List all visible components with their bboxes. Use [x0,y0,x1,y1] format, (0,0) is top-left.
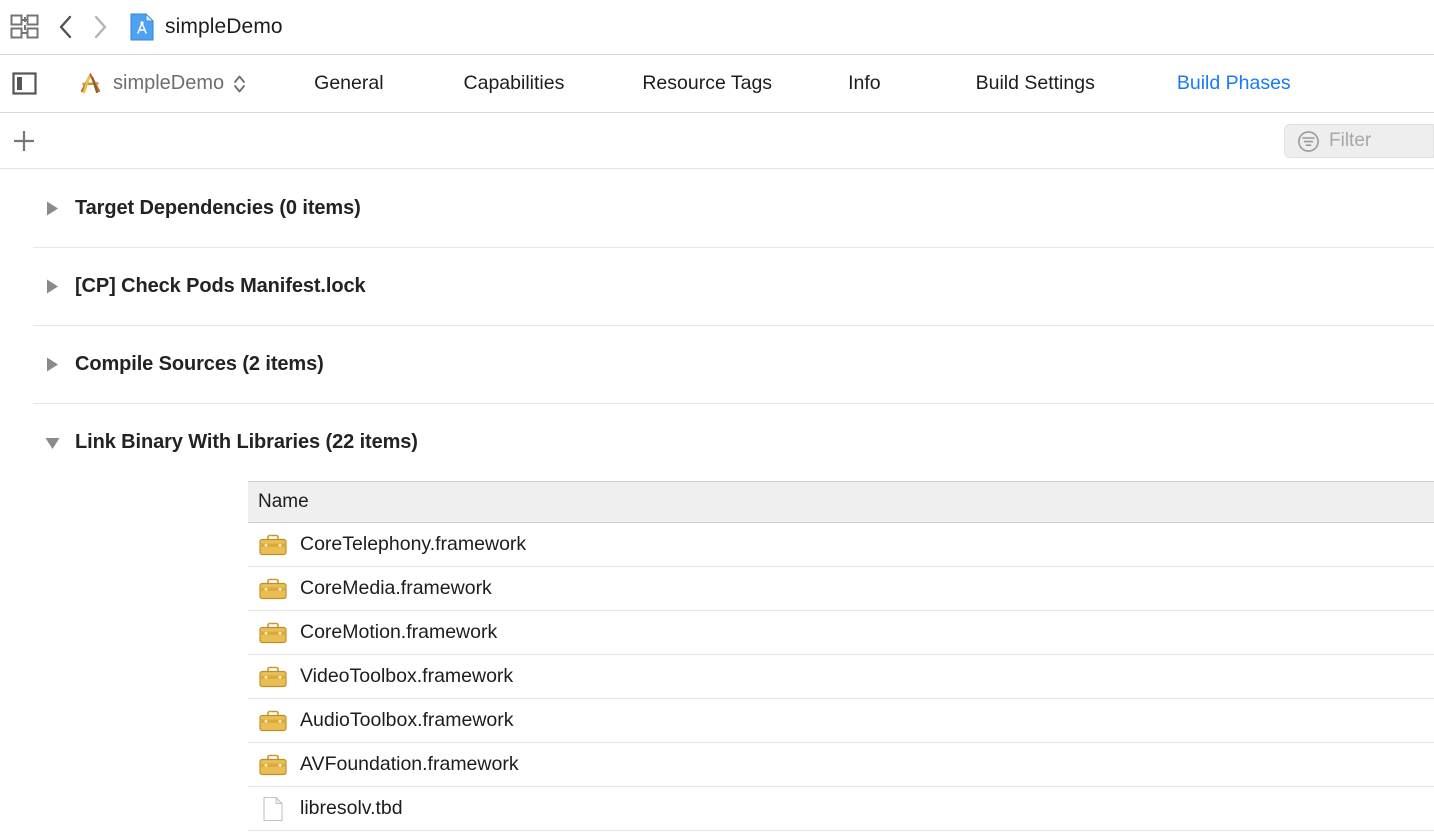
target-name-label: simpleDemo [113,72,225,94]
phase-label: [CP] Check Pods Manifest.lock [75,274,366,297]
triangle-right-icon[interactable] [44,356,61,373]
table-row[interactable]: libresolv.tbd [248,787,1434,831]
phase-check-pods-manifest[interactable]: [CP] Check Pods Manifest.lock [0,247,1434,325]
phase-target-dependencies[interactable]: Target Dependencies (0 items) [0,169,1434,247]
title-bar: simpleDemo [0,0,1434,55]
library-name: VideoToolbox.framework [300,665,514,687]
framework-briefcase-icon [258,708,288,734]
library-name: CoreMotion.framework [300,621,498,643]
phase-label: Link Binary With Libraries (22 items) [75,430,418,453]
tab-build-settings[interactable]: Build Settings [976,72,1095,95]
triangle-down-icon[interactable] [44,434,61,451]
target-selector[interactable]: simpleDemo [77,71,246,96]
build-phases-list: Target Dependencies (0 items) [CP] Check… [0,169,1434,831]
xcode-project-document-icon [130,13,154,41]
document-title: simpleDemo [165,15,283,38]
framework-briefcase-icon [258,576,288,602]
phase-label: Target Dependencies (0 items) [75,196,361,219]
document-breadcrumb[interactable]: simpleDemo [130,13,283,41]
chevron-right-icon[interactable] [92,14,108,40]
grid-panels-icon[interactable] [10,13,40,41]
table-row[interactable]: AudioToolbox.framework [248,699,1434,743]
phase-header[interactable]: Link Binary With Libraries (22 items) [0,403,1434,481]
library-name: AudioToolbox.framework [300,709,514,731]
phase-compile-sources[interactable]: Compile Sources (2 items) [0,325,1434,403]
triangle-right-icon[interactable] [44,200,61,217]
chevron-up-down-icon[interactable] [233,73,246,95]
tab-capabilities[interactable]: Capabilities [464,72,565,95]
phase-label: Compile Sources (2 items) [75,352,324,375]
xcode-target-icon [77,71,104,96]
tab-resource-tags[interactable]: Resource Tags [642,72,772,95]
triangle-right-icon[interactable] [44,278,61,295]
framework-briefcase-icon [258,752,288,778]
library-name: CoreMedia.framework [300,577,492,599]
phase-link-binary-with-libraries: Link Binary With Libraries (22 items) Na… [0,403,1434,831]
table-row[interactable]: CoreTelephony.framework [248,523,1434,567]
library-name: CoreTelephony.framework [300,533,527,555]
framework-briefcase-icon [258,620,288,646]
phase-toolbar: Filter [0,113,1434,169]
table-row[interactable]: CoreMedia.framework [248,567,1434,611]
table-row[interactable]: VideoToolbox.framework [248,655,1434,699]
editor-tabs: General Capabilities Resource Tags Info … [266,72,1434,95]
table-row[interactable]: CoreMotion.framework [248,611,1434,655]
tab-info[interactable]: Info [848,72,881,95]
chevron-left-icon[interactable] [58,14,74,40]
tab-build-phases[interactable]: Build Phases [1177,72,1291,95]
framework-briefcase-icon [258,664,288,690]
table-row[interactable]: AVFoundation.framework [248,743,1434,787]
tab-general[interactable]: General [314,72,383,95]
tbd-document-icon [258,795,288,822]
filter-funnel-icon [1297,130,1320,153]
library-name: libresolv.tbd [300,797,403,819]
column-header-name: Name [258,491,309,512]
left-panel-toggle-icon[interactable] [12,71,37,96]
filter-input[interactable]: Filter [1284,124,1434,158]
plus-icon[interactable] [10,127,38,155]
linked-libraries-table: Name CoreTelephony.framework CoreMedia.f… [248,481,1434,831]
framework-briefcase-icon [258,532,288,558]
table-header-row: Name [248,481,1434,523]
target-tab-bar: simpleDemo General Capabilities Resource… [0,55,1434,113]
navigation-arrows [58,14,108,40]
filter-placeholder: Filter [1329,130,1372,151]
library-name: AVFoundation.framework [300,753,519,775]
